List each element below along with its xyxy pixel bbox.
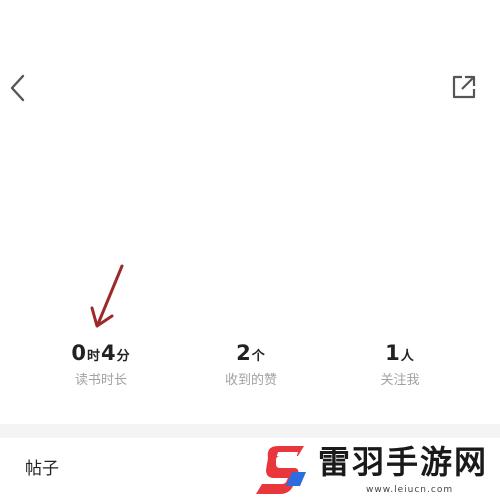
- red-arrow-annotation: [90, 264, 124, 328]
- reading-time-value: 0时4分: [71, 341, 130, 365]
- followers-value: 1人: [385, 341, 414, 365]
- share-button[interactable]: [450, 73, 478, 101]
- likes-received-stat[interactable]: 2个 收到的赞: [186, 338, 316, 390]
- chevron-left-icon: [10, 74, 25, 102]
- reading-time-label: 读书时长: [74, 373, 127, 388]
- back-button[interactable]: [6, 72, 30, 104]
- followers-stat[interactable]: 1人 关注我: [335, 338, 465, 390]
- likes-received-label: 收到的赞: [224, 373, 277, 388]
- watermark-url: www.leiucn.com: [366, 485, 454, 495]
- watermark-title: 雷羽手游网: [318, 443, 489, 481]
- tab-posts[interactable]: 帖子: [25, 456, 59, 482]
- watermark: 雷羽手游网 www.leiucn.com: [248, 436, 500, 500]
- reading-time-stat[interactable]: 0时4分 读书时长: [36, 338, 166, 390]
- stats-row: 0时4分 读书时长 2个 收到的赞 1人 关注我: [0, 338, 500, 398]
- watermark-logo-icon: [256, 446, 306, 494]
- followers-label: 关注我: [380, 373, 420, 388]
- external-link-icon: [452, 75, 476, 99]
- likes-received-value: 2个: [236, 341, 265, 365]
